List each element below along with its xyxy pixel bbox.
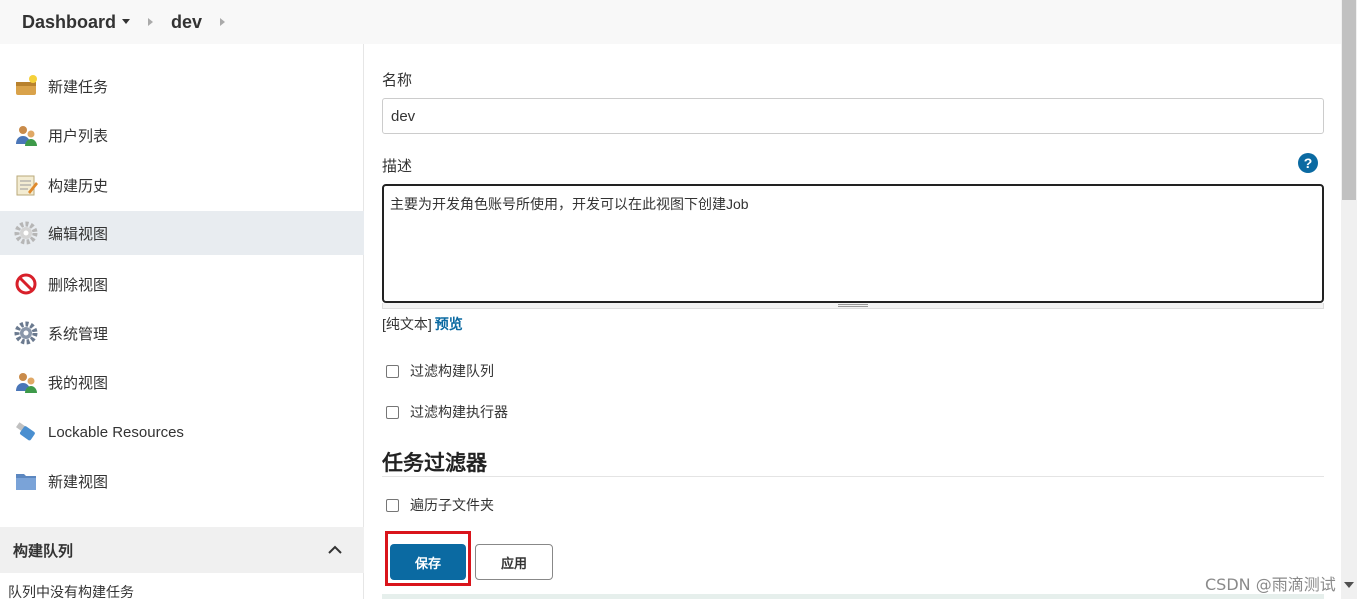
filter-executor-checkbox-row[interactable]: 过滤构建执行器	[386, 402, 508, 422]
filter-queue-label: 过滤构建队列	[410, 363, 494, 379]
filter-queue-checkbox[interactable]	[386, 364, 399, 378]
filter-queue-checkbox-row[interactable]: 过滤构建队列	[386, 361, 494, 381]
breadcrumb-dev[interactable]: dev	[171, 12, 202, 33]
recurse-label: 遍历子文件夹	[410, 497, 494, 513]
sidebar-item-new-view[interactable]: 新建视图	[0, 459, 364, 503]
section-divider	[382, 476, 1324, 477]
recurse-checkbox[interactable]	[386, 498, 399, 512]
chevron-down-icon[interactable]	[122, 18, 131, 24]
usb-icon	[13, 419, 39, 445]
chevron-up-icon[interactable]	[328, 542, 342, 559]
gear-icon	[13, 320, 39, 346]
recurse-checkbox-row[interactable]: 遍历子文件夹	[386, 495, 494, 515]
build-queue-title: 构建队列	[13, 542, 74, 560]
sidebar-item-new-task[interactable]: 新建任务	[0, 64, 364, 108]
sidebar-item-label: 构建历史	[48, 177, 109, 195]
sidebar-item-label: 新建任务	[48, 78, 109, 96]
watermark: CSDN @雨滴测试	[1205, 575, 1336, 594]
breadcrumb-dashboard-label: Dashboard	[22, 11, 117, 32]
save-button[interactable]: 保存	[390, 544, 466, 580]
scrollbar-thumb[interactable]	[1342, 0, 1356, 200]
plain-text-label: [纯文本]	[382, 316, 432, 332]
chevron-right-icon	[148, 18, 154, 26]
breadcrumb-dev-label: dev	[171, 11, 203, 32]
sidebar-item-users[interactable]: 用户列表	[0, 113, 364, 157]
sidebar-item-label: 编辑视图	[48, 225, 109, 243]
chevron-right-icon	[220, 18, 226, 26]
preview-link[interactable]: 预览	[435, 316, 463, 332]
sidebar-item-label: 用户列表	[48, 127, 109, 145]
description-textarea[interactable]: 主要为开发角色账号所使用，开发可以在此视图下创建Job	[382, 184, 1324, 303]
help-icon[interactable]: ?	[1298, 153, 1318, 173]
sidebar: 新建任务 用户列表 构建历史 编辑视图 删除视图 系统管理 我的视图 Locka…	[0, 44, 364, 599]
users-icon	[13, 369, 39, 395]
sidebar-item-label: 删除视图	[48, 276, 109, 294]
sidebar-item-system-admin[interactable]: 系统管理	[0, 311, 364, 355]
no-entry-icon	[13, 271, 39, 297]
build-history-icon	[13, 172, 39, 198]
sidebar-item-label: 系统管理	[48, 325, 109, 343]
apply-button[interactable]: 应用	[475, 544, 553, 580]
users-icon	[13, 122, 39, 148]
scroll-down-arrow-icon[interactable]	[1344, 582, 1354, 588]
sidebar-item-lockable-resources[interactable]: Lockable Resources	[0, 410, 364, 454]
breadcrumb: Dashboard dev	[0, 0, 1341, 44]
format-row: [纯文本] 预览	[382, 314, 463, 334]
sidebar-item-my-views[interactable]: 我的视图	[0, 360, 364, 404]
filter-executor-checkbox[interactable]	[386, 405, 399, 419]
gear-icon	[13, 220, 39, 246]
vertical-scrollbar[interactable]	[1341, 0, 1357, 599]
name-label: 名称	[382, 72, 413, 89]
sidebar-item-delete-view[interactable]: 删除视图	[0, 262, 364, 306]
sidebar-item-label: 我的视图	[48, 374, 109, 392]
job-filter-title: 任务过滤器	[382, 452, 487, 475]
sidebar-item-label: 新建视图	[48, 473, 109, 491]
textarea-resize-handle[interactable]	[382, 303, 1324, 309]
edit-view-form: 名称 描述 ? 主要为开发角色账号所使用，开发可以在此视图下创建Job [纯文本…	[365, 44, 1341, 599]
filter-executor-label: 过滤构建执行器	[410, 404, 508, 420]
jenkins-edit-view-page: Dashboard dev 新建任务 用户列表 构建历史 编辑视图 删除视图 系…	[0, 0, 1357, 599]
sidebar-item-label: Lockable Resources	[48, 423, 184, 441]
breadcrumb-dashboard[interactable]: Dashboard	[22, 11, 131, 33]
sidebar-item-build-history[interactable]: 构建历史	[0, 163, 364, 207]
name-input[interactable]	[382, 98, 1324, 134]
bottom-bar	[382, 594, 1324, 599]
sidebar-item-edit-view[interactable]: 编辑视图	[0, 211, 364, 255]
build-queue-header[interactable]: 构建队列	[0, 527, 364, 573]
new-task-icon	[13, 73, 39, 99]
folder-icon	[13, 468, 39, 494]
build-queue-empty-text: 队列中没有构建任务	[8, 584, 134, 599]
description-label: 描述	[382, 158, 413, 175]
